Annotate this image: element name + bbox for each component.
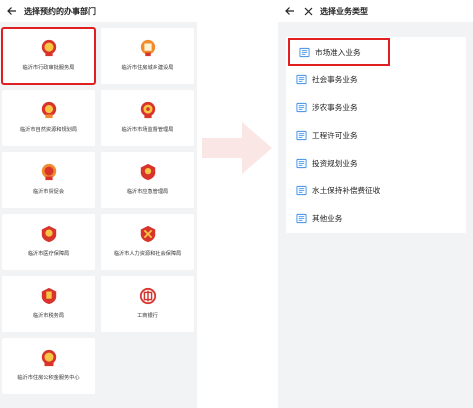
department-label: 临沂市人力资源和社会保障局 (113, 251, 182, 257)
document-icon (296, 185, 307, 195)
document-icon (299, 47, 310, 57)
department-label: 临沂市住房公积金服务中心 (17, 375, 80, 381)
business-item-label: 水土保持补偿费征收 (312, 185, 381, 195)
department-card-icbc[interactable]: 工商银行 (101, 276, 194, 332)
department-card-medical-security[interactable]: 临沂市医疗保障局 (2, 214, 95, 270)
business-item-label: 市场准入业务 (315, 47, 361, 57)
business-item-agriculture[interactable]: 涉农事务业务 (286, 94, 466, 120)
department-label: 临沂市医疗保障局 (27, 251, 70, 257)
emblem-icon (41, 163, 56, 181)
department-card-tax[interactable]: 临沂市税务局 (2, 276, 95, 332)
department-label: 临沂市行政审批服务局 (22, 65, 75, 71)
emblem-icon (140, 163, 155, 181)
arrow-left-icon[interactable] (6, 5, 18, 17)
department-card-admin-approval[interactable]: 临沂市行政审批服务局 (1, 27, 96, 85)
department-label: 临沂市市场监督管理局 (121, 127, 174, 133)
document-icon (296, 74, 307, 84)
emblem-icon (41, 349, 56, 367)
emblem-icon (41, 101, 56, 119)
department-card-market-supervision[interactable]: 临沂市市场监督管理局 (101, 90, 194, 146)
department-card-natural-resources[interactable]: 临沂市自然资源和规划局 (2, 90, 95, 146)
page-title: 选择预约的办事部门 (24, 6, 96, 16)
department-label: 临沂市应急管理局 (126, 189, 169, 195)
department-card-trade-promotion[interactable]: 临沂市贸促会 (2, 152, 95, 208)
business-item-social-affairs[interactable]: 社会事务业务 (286, 66, 466, 92)
business-type-list: 市场准入业务 社会事务业务 涉农事务业务 工程许可业务 投资规划业务 水土保持补… (286, 37, 466, 233)
business-item-label: 涉农事务业务 (312, 102, 358, 112)
emblem-icon (140, 101, 155, 119)
business-type-header: 选择业务类型 (278, 0, 473, 22)
department-card-housing-fund[interactable]: 临沂市住房公积金服务中心 (2, 338, 95, 394)
department-header: 选择预约的办事部门 (0, 0, 197, 22)
business-item-label: 工程许可业务 (312, 130, 358, 140)
emblem-icon (41, 287, 56, 305)
business-type-panel: 选择业务类型 市场准入业务 社会事务业务 涉农事务业务 工程许可业务 投资规划业… (278, 0, 473, 408)
icbc-logo-icon (139, 287, 156, 305)
emblem-icon (140, 225, 155, 243)
department-label: 工商银行 (137, 313, 158, 319)
business-item-label: 其他业务 (312, 213, 343, 223)
page-title: 选择业务类型 (320, 6, 368, 16)
document-icon (296, 130, 307, 140)
business-item-other[interactable]: 其他业务 (286, 205, 466, 231)
document-icon (296, 213, 307, 223)
transition-arrow-icon (202, 122, 272, 174)
business-item-market-access[interactable]: 市场准入业务 (288, 38, 390, 66)
department-label: 临沂市住房城乡建设局 (121, 65, 174, 71)
close-icon[interactable] (302, 5, 314, 17)
department-label: 临沂市税务局 (32, 313, 65, 319)
emblem-icon (140, 39, 155, 57)
business-item-soil-conservation[interactable]: 水土保持补偿费征收 (286, 177, 466, 203)
business-item-construction-permit[interactable]: 工程许可业务 (286, 122, 466, 148)
department-label: 临沂市贸促会 (32, 189, 65, 195)
business-item-label: 社会事务业务 (312, 74, 358, 84)
document-icon (296, 158, 307, 168)
emblem-icon (41, 225, 56, 243)
business-item-investment-planning[interactable]: 投资规划业务 (286, 150, 466, 176)
department-card-housing[interactable]: 临沂市住房城乡建设局 (101, 28, 194, 84)
department-label: 临沂市自然资源和规划局 (19, 127, 78, 133)
department-card-human-resources[interactable]: 临沂市人力资源和社会保障局 (101, 214, 194, 270)
department-card-emergency[interactable]: 临沂市应急管理局 (101, 152, 194, 208)
arrow-left-icon[interactable] (284, 5, 296, 17)
business-item-label: 投资规划业务 (312, 158, 358, 168)
document-icon (296, 102, 307, 112)
emblem-icon (41, 39, 56, 57)
department-panel: 选择预约的办事部门 临沂市行政审批服务局 临沂市住房城乡建设局 临沂市自然资源和… (0, 0, 197, 408)
